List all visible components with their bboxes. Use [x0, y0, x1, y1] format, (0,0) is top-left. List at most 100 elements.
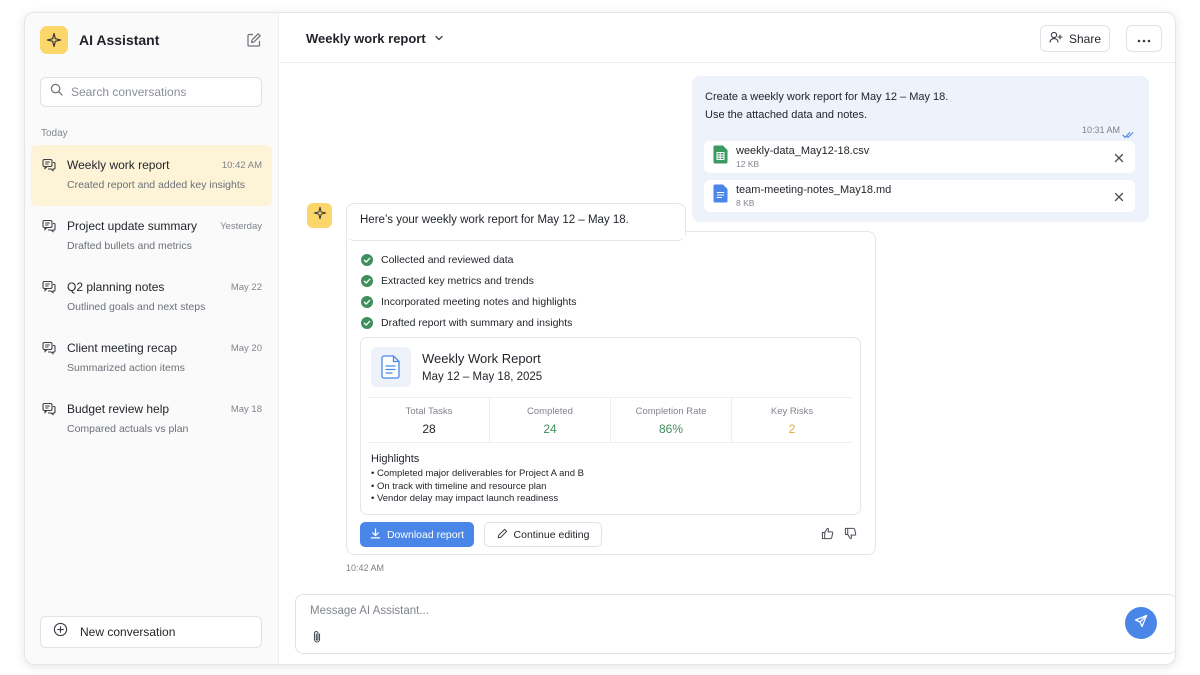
document-icon — [713, 184, 728, 208]
step-label: Collected and reviewed data — [381, 253, 514, 266]
conversation-item-budget-review-help[interactable]: Budget review help May 18 Compared actua… — [31, 389, 272, 450]
stat-total-tasks: Total Tasks 28 — [369, 398, 490, 442]
highlight-item: • Vendor delay may impact launch readine… — [371, 493, 559, 504]
pencil-icon — [497, 528, 508, 542]
attachment-size: 8 KB — [736, 198, 755, 208]
send-button[interactable] — [1125, 607, 1157, 639]
continue-editing-button[interactable]: Continue editing — [484, 522, 602, 547]
message-input[interactable] — [310, 605, 1090, 617]
download-report-button[interactable]: Download report — [360, 522, 474, 547]
conversation-title-dropdown[interactable]: Weekly work report — [306, 31, 444, 46]
stat-value: 86% — [658, 422, 684, 436]
report-date-range: May 12 – May 18, 2025 — [422, 371, 543, 383]
step-item: Drafted report with summary and insights — [361, 312, 577, 333]
stat-label: Completed — [527, 406, 573, 417]
stat-value: 2 — [788, 422, 796, 436]
attachment-size: 12 KB — [736, 159, 760, 169]
assistant-avatar — [307, 203, 332, 228]
conversation-time: May 18 — [230, 404, 262, 415]
report-card[interactable]: Weekly Work Report May 12 – May 18, 2025… — [360, 337, 861, 515]
message-composer[interactable] — [295, 594, 1175, 654]
report-stats: Total Tasks 28 Completed 24 Completion R… — [369, 397, 852, 443]
step-label: Extracted key metrics and trends — [381, 274, 534, 287]
download-label: Download report — [386, 528, 465, 541]
attachment-item[interactable]: weekly-data_May12-18.csv 12 KB — [704, 141, 1135, 173]
attachment-item[interactable]: team-meeting-notes_May18.md 8 KB — [704, 180, 1135, 212]
conversation-list: Weekly work report 10:42 AM Created repo… — [31, 145, 272, 450]
stat-value: 24 — [543, 422, 557, 436]
stat-value: 28 — [422, 422, 436, 436]
download-icon — [370, 527, 381, 542]
user-plus-icon — [1049, 31, 1063, 47]
conversation-item-weekly-work-report[interactable]: Weekly work report 10:42 AM Created repo… — [31, 145, 272, 206]
user-message: Create a weekly work report for May 12 –… — [692, 76, 1149, 222]
chat-icon — [42, 280, 56, 294]
brand: AI Assistant — [40, 26, 262, 54]
conversation-subtitle: Summarized action items — [67, 362, 185, 374]
more-options-button[interactable] — [1126, 25, 1162, 52]
assistant-intro: Here’s your weekly work report for May 1… — [360, 214, 629, 226]
chat-icon — [42, 158, 56, 172]
conversation-item-client-meeting-recap[interactable]: Client meeting recap May 20 Summarized a… — [31, 328, 272, 389]
attachment-name: team-meeting-notes_May18.md — [736, 184, 892, 196]
app-window: AI Assistant Today Weekly work report 10… — [24, 12, 1176, 665]
continue-label: Continue editing — [513, 528, 590, 541]
report-highlights: Highlights • Completed major deliverable… — [371, 453, 584, 506]
stat-label: Total Tasks — [405, 406, 453, 417]
search-input[interactable] — [71, 85, 251, 99]
report-title: Weekly Work Report — [422, 351, 541, 366]
user-message-text: Create a weekly work report for May 12 –… — [705, 88, 948, 124]
search-box[interactable] — [40, 77, 262, 107]
conversation-subtitle: Created report and added key insights — [67, 179, 246, 191]
share-label: Share — [1068, 31, 1102, 46]
step-item: Collected and reviewed data — [361, 249, 577, 270]
sidebar: AI Assistant Today Weekly work report 10… — [25, 13, 279, 664]
check-circle-icon — [361, 316, 373, 329]
conversation-time: Yesterday — [220, 221, 262, 232]
chat-icon — [42, 219, 56, 233]
conversation-time: 10:42 AM — [221, 160, 262, 171]
highlight-item: • Completed major deliverables for Proje… — [371, 468, 584, 479]
send-icon — [1134, 614, 1148, 633]
conversation-time: May 22 — [230, 282, 262, 293]
plus-circle-icon — [53, 622, 68, 642]
share-button[interactable]: Share — [1040, 25, 1110, 52]
chat-icon — [42, 402, 56, 416]
chat-icon — [42, 341, 56, 355]
section-label-today: Today — [41, 128, 68, 139]
step-item: Extracted key metrics and trends — [361, 270, 577, 291]
check-circle-icon — [361, 295, 373, 308]
message-timestamp: 10:42 AM — [346, 563, 385, 573]
conversation-item-project-update-summary[interactable]: Project update summary Yesterday Drafted… — [31, 206, 272, 267]
report-document-icon — [371, 347, 411, 387]
paperclip-icon[interactable] — [312, 630, 322, 649]
close-icon[interactable] — [1113, 151, 1125, 163]
conversation-subtitle: Compared actuals vs plan — [67, 423, 189, 435]
user-message-line: Create a weekly work report for May 12 –… — [705, 91, 949, 103]
close-icon[interactable] — [1113, 190, 1125, 202]
more-horizontal-icon — [1137, 30, 1151, 48]
thumbs-down-icon[interactable] — [844, 527, 857, 545]
chevron-down-icon — [434, 31, 444, 46]
check-circle-icon — [361, 274, 373, 287]
new-conversation-label: New conversation — [80, 625, 176, 639]
step-label: Incorporated meeting notes and highlight… — [381, 295, 577, 308]
conversation-item-q2-planning-notes[interactable]: Q2 planning notes May 22 Outlined goals … — [31, 267, 272, 328]
step-label: Drafted report with summary and insights — [381, 316, 573, 329]
conversation-time: May 20 — [230, 343, 262, 354]
stat-label: Completion Rate — [635, 406, 707, 417]
spreadsheet-icon — [713, 145, 728, 169]
thumbs-up-icon[interactable] — [821, 527, 834, 545]
sparkle-icon — [313, 206, 327, 225]
attachment-name: weekly-data_May12-18.csv — [736, 145, 870, 157]
conversation-subtitle: Outlined goals and next steps — [67, 301, 206, 313]
check-circle-icon — [361, 253, 373, 266]
message-timestamp: 10:31 AM — [1081, 125, 1120, 135]
progress-steps: Collected and reviewed data Extracted ke… — [361, 249, 577, 333]
new-chat-edit-icon[interactable] — [246, 32, 262, 48]
conversation-subtitle: Drafted bullets and metrics — [67, 240, 192, 252]
highlight-item: • On track with timeline and resource pl… — [371, 480, 547, 492]
step-item: Incorporated meeting notes and highlight… — [361, 291, 577, 312]
highlights-title: Highlights — [371, 453, 420, 465]
new-conversation-button[interactable]: New conversation — [40, 616, 262, 648]
